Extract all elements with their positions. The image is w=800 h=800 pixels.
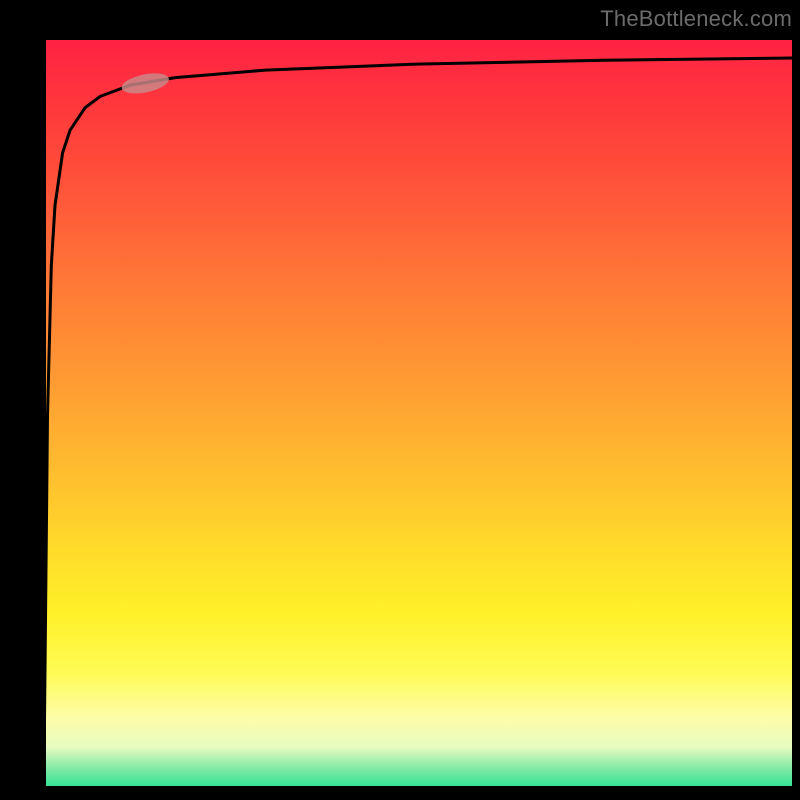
watermark-text: TheBottleneck.com (600, 6, 792, 32)
highlight-pill (120, 70, 171, 97)
bottleneck-curve (44, 58, 792, 792)
chart-curve-layer (40, 40, 792, 792)
